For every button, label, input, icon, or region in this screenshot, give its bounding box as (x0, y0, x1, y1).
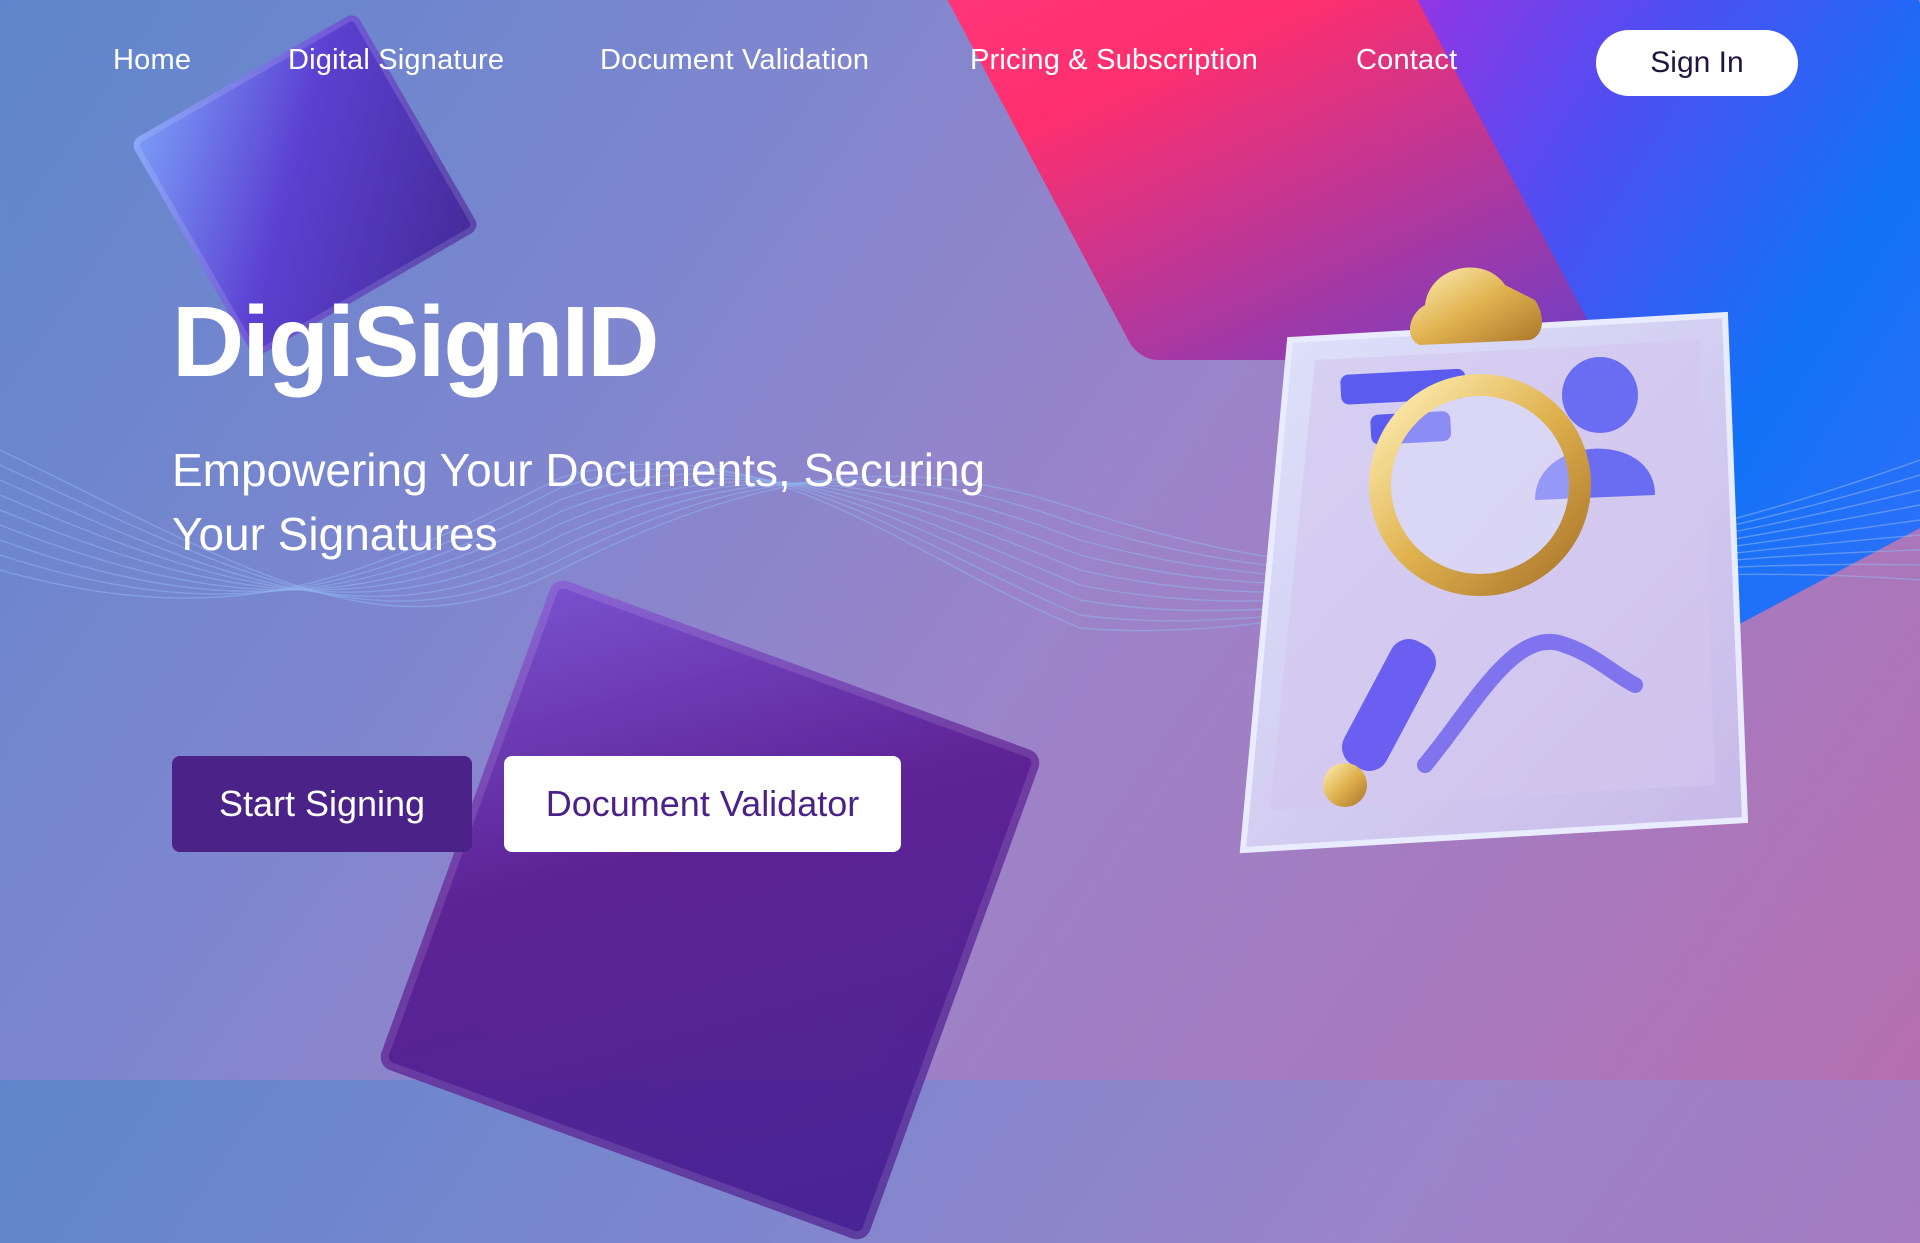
start-signing-button[interactable]: Start Signing (172, 756, 472, 852)
hero-tagline: Empowering Your Documents, Securing Your… (172, 444, 986, 560)
clipboard-illustration (1239, 267, 1749, 854)
top-navigation: Home Digital Signature Document Validati… (0, 0, 1920, 130)
sign-in-button[interactable]: Sign In (1596, 30, 1798, 96)
nav-contact[interactable]: Contact (1356, 44, 1457, 77)
nav-digital-signature[interactable]: Digital Signature (288, 44, 504, 77)
decorative-cube-bottom (376, 576, 1044, 1243)
brand-title: DigiSignID (172, 286, 660, 398)
nav-pricing-subscription[interactable]: Pricing & Subscription (970, 44, 1258, 77)
nav-document-validation[interactable]: Document Validation (600, 44, 869, 77)
nav-home[interactable]: Home (113, 44, 191, 77)
document-validator-button[interactable]: Document Validator (504, 756, 901, 852)
